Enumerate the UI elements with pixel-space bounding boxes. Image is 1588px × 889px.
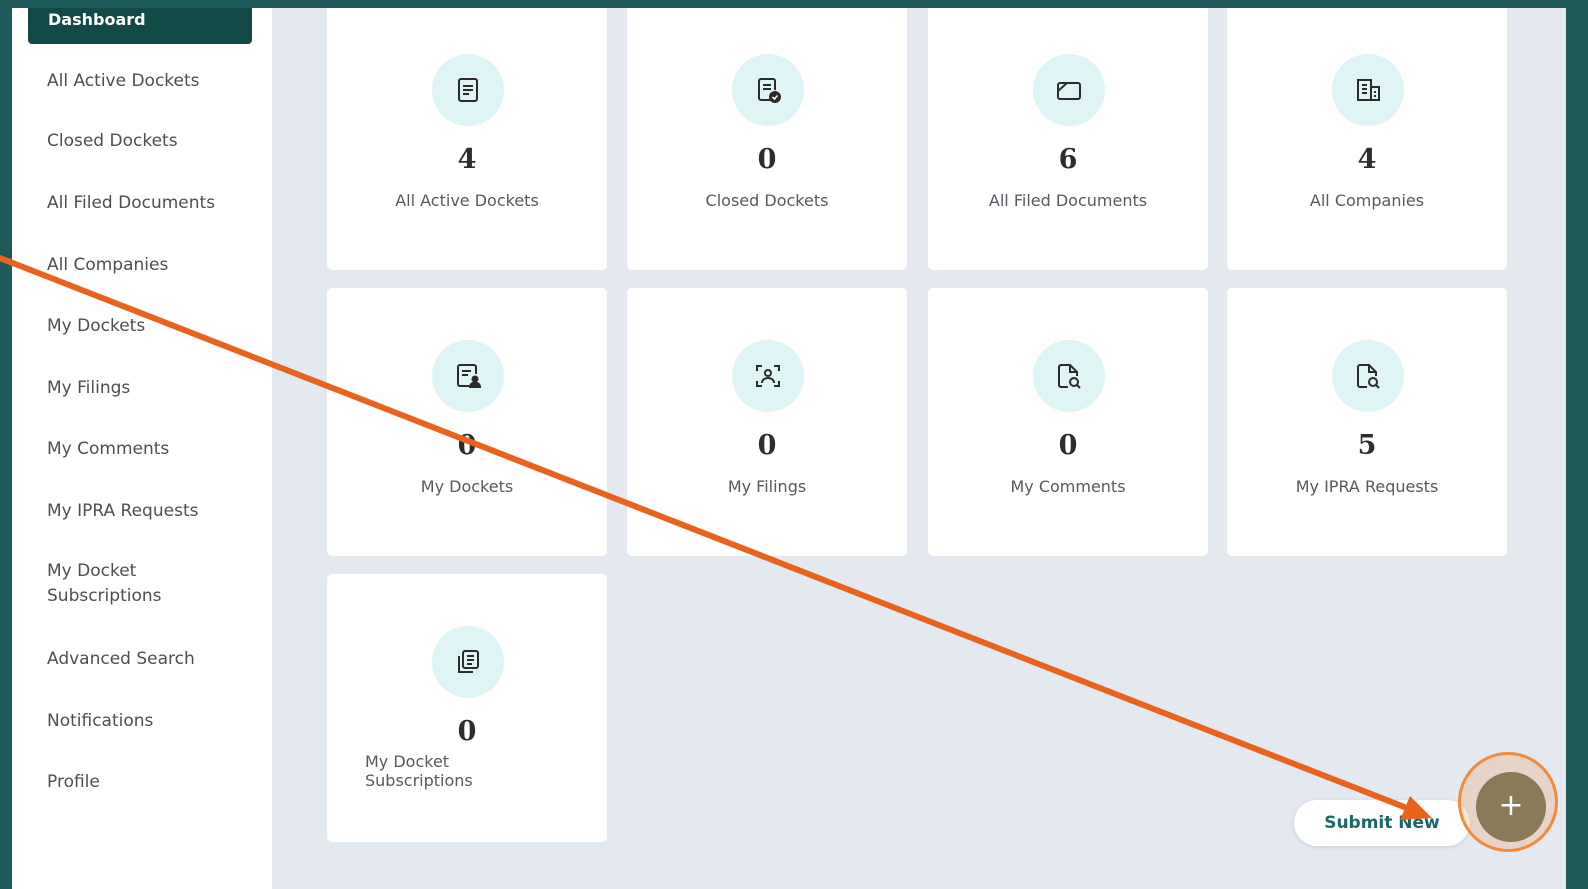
card-label: My Dockets	[420, 477, 514, 496]
document-check-icon	[732, 54, 804, 126]
card-value: 0	[457, 430, 477, 461]
card-label: All Companies	[1309, 191, 1425, 210]
card-value: 4	[1357, 144, 1377, 175]
card-my-docket-subscriptions[interactable]: 0 My Docket Subscriptions	[327, 574, 607, 842]
document-list-icon	[432, 54, 504, 126]
card-label: My Comments	[1010, 477, 1126, 496]
card-value: 0	[1058, 430, 1078, 461]
card-label-line1: My Docket	[365, 752, 450, 771]
sidebar-item-advanced-search[interactable]: Advanced Search	[47, 647, 195, 672]
sidebar-item-notifications[interactable]: Notifications	[47, 709, 153, 734]
card-label: My IPRA Requests	[1295, 477, 1439, 496]
sidebar-item-my-docket-subscriptions[interactable]: My Docket Subscriptions	[47, 559, 161, 609]
card-all-filed-documents[interactable]: 6 All Filed Documents	[928, 8, 1208, 270]
sidebar: Dashboard All Active Dockets Closed Dock…	[12, 8, 272, 889]
card-label: My Filings	[727, 477, 807, 496]
sidebar-item-dashboard[interactable]: Dashboard	[28, 8, 252, 44]
card-label: All Active Dockets	[395, 191, 539, 210]
documents-stack-icon	[432, 626, 504, 698]
card-all-active-dockets[interactable]: 4 All Active Dockets	[327, 8, 607, 270]
sidebar-item-my-dockets[interactable]: My Dockets	[47, 314, 145, 339]
app-frame: Dashboard All Active Dockets Closed Dock…	[12, 8, 1566, 889]
folder-icon	[1033, 54, 1105, 126]
user-scan-icon	[732, 340, 804, 412]
card-label: All Filed Documents	[988, 191, 1148, 210]
card-value: 5	[1357, 430, 1377, 461]
card-value: 0	[457, 716, 477, 747]
sidebar-item-closed-dockets[interactable]: Closed Dockets	[47, 129, 178, 154]
card-value: 0	[757, 430, 777, 461]
card-label: Closed Dockets	[705, 191, 829, 210]
sidebar-item-label-line1: My Docket	[47, 561, 137, 581]
card-my-dockets[interactable]: 0 My Dockets	[327, 288, 607, 556]
card-label-line2: Subscriptions	[365, 771, 473, 790]
building-icon	[1332, 54, 1404, 126]
submit-new-button[interactable]: Submit New	[1294, 800, 1470, 846]
card-my-comments[interactable]: 0 My Comments	[928, 288, 1208, 556]
sidebar-item-my-ipra-requests[interactable]: My IPRA Requests	[47, 499, 198, 524]
card-all-companies[interactable]: 4 All Companies	[1227, 8, 1507, 270]
card-label: My Docket Subscriptions	[365, 752, 607, 790]
sidebar-item-label-line2: Subscriptions	[47, 586, 162, 606]
card-my-filings[interactable]: 0 My Filings	[627, 288, 907, 556]
document-search-icon	[1033, 340, 1105, 412]
document-user-icon	[432, 340, 504, 412]
sidebar-item-all-filed-documents[interactable]: All Filed Documents	[47, 191, 215, 216]
card-my-ipra-requests[interactable]: 5 My IPRA Requests	[1227, 288, 1507, 556]
sidebar-item-profile[interactable]: Profile	[47, 770, 100, 795]
sidebar-item-all-active-dockets[interactable]: All Active Dockets	[47, 69, 200, 94]
sidebar-item-my-comments[interactable]: My Comments	[47, 437, 169, 462]
document-search-icon	[1332, 340, 1404, 412]
card-value: 6	[1058, 144, 1078, 175]
sidebar-item-all-companies[interactable]: All Companies	[47, 253, 168, 278]
sidebar-item-my-filings[interactable]: My Filings	[47, 376, 130, 401]
add-new-button[interactable]: +	[1476, 772, 1546, 842]
card-value: 4	[457, 144, 477, 175]
card-closed-dockets[interactable]: 0 Closed Dockets	[627, 8, 907, 270]
card-value: 0	[757, 144, 777, 175]
